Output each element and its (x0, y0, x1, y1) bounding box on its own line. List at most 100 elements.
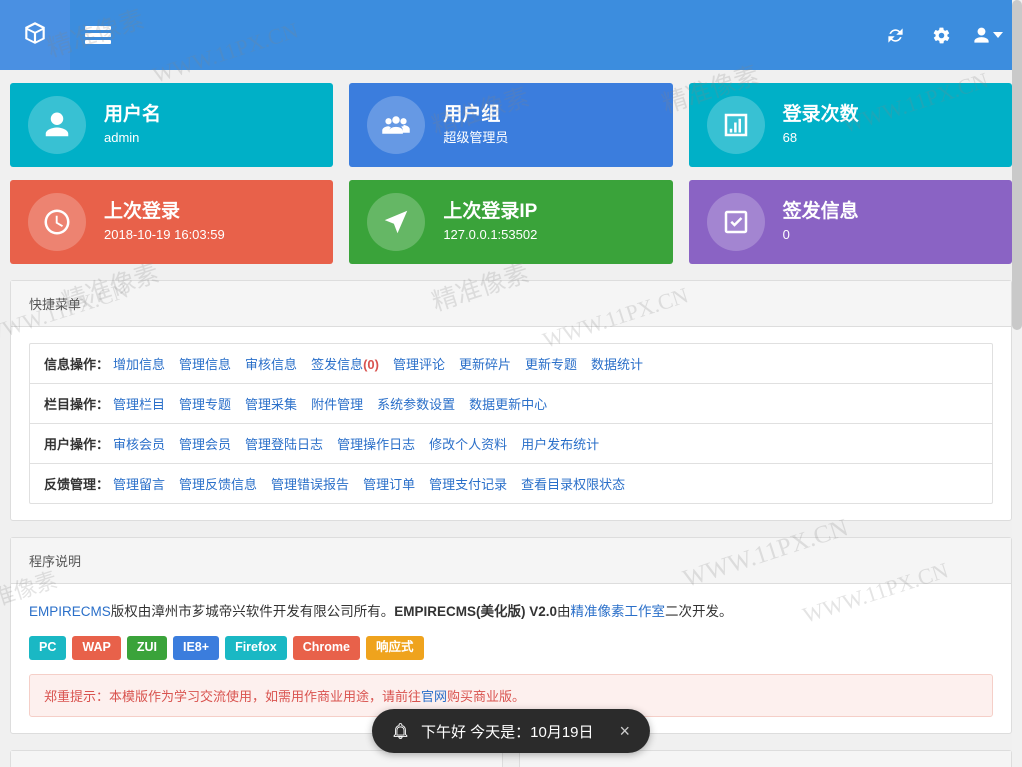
server-info-head: 服务器信息 更新 (520, 751, 1011, 767)
page-scrollbar[interactable] (1012, 0, 1022, 767)
desc-text-2: 由 (557, 604, 571, 619)
row-links: 管理留言 管理反馈信息 管理错误报告 管理订单 管理支付记录 查看目录权限状态 (113, 474, 639, 493)
official-site-link[interactable]: 官网 (421, 689, 447, 704)
issue-count: (0) (363, 357, 379, 372)
link-audit-info[interactable]: 审核信息 (245, 354, 297, 373)
stat-card-last-login-ip[interactable]: 上次登录IP 127.0.0.1:53502 (349, 180, 672, 264)
quick-menu-row-info: 信息操作： 增加信息 管理信息 审核信息 签发信息(0) 管理评论 更新碎片 更… (30, 344, 992, 384)
quick-menu-row-column: 栏目操作： 管理栏目 管理专题 管理采集 附件管理 系统参数设置 数据更新中心 (30, 384, 992, 424)
hamburger-icon[interactable] (70, 0, 126, 70)
stat-title: 用户名 (104, 102, 161, 128)
logo-box[interactable] (0, 0, 70, 70)
quick-menu-row-feedback: 反馈管理： 管理留言 管理反馈信息 管理错误报告 管理订单 管理支付记录 查看目… (30, 464, 992, 503)
quick-menu-panel: 快捷菜单 信息操作： 增加信息 管理信息 审核信息 签发信息(0) 管理评论 更… (10, 280, 1012, 521)
quick-menu-row-user: 用户操作： 审核会员 管理会员 管理登陆日志 管理操作日志 修改个人资料 用户发… (30, 424, 992, 464)
stat-card-last-login[interactable]: 上次登录 2018-10-19 16:03:59 (10, 180, 333, 264)
stat-card-login-count[interactable]: 登录次数 68 (689, 83, 1012, 167)
bar-chart-icon (707, 96, 765, 154)
quick-menu-body: 信息操作： 增加信息 管理信息 审核信息 签发信息(0) 管理评论 更新碎片 更… (11, 327, 1011, 520)
link-add-info[interactable]: 增加信息 (113, 354, 165, 373)
stat-value: 2018-10-19 16:03:59 (104, 225, 225, 245)
empirecms-link[interactable]: EMPIRECMS (29, 604, 111, 619)
scrollbar-thumb[interactable] (1012, 0, 1022, 330)
toast-notification: 下午好 今天是：10月19日 × (372, 709, 650, 753)
badge-pc: PC (29, 636, 66, 660)
user-icon (972, 26, 991, 45)
link-manage-operation-log[interactable]: 管理操作日志 (337, 434, 415, 453)
gear-icon[interactable] (924, 18, 958, 52)
badge-chrome: Chrome (293, 636, 360, 660)
desc-text-1: 版权由漳州市芗城帝兴软件开发有限公司所有。 (111, 604, 395, 619)
link-manage-topic[interactable]: 管理专题 (179, 394, 231, 413)
stat-cards-row-1: 用户名 admin 用户组 超级管理员 登录次数 68 (10, 83, 1012, 167)
link-manage-error-report[interactable]: 管理错误报告 (271, 474, 349, 493)
program-desc-panel: 程序说明 EMPIRECMS版权由漳州市芗城帝兴软件开发有限公司所有。EMPIR… (10, 537, 1012, 734)
stat-title: 签发信息 (783, 199, 859, 225)
stat-card-username[interactable]: 用户名 admin (10, 83, 333, 167)
stat-value: 68 (783, 128, 859, 148)
row-links: 审核会员 管理会员 管理登陆日志 管理操作日志 修改个人资料 用户发布统计 (113, 434, 613, 453)
stat-card-usergroup[interactable]: 用户组 超级管理员 (349, 83, 672, 167)
users-icon (367, 96, 425, 154)
link-manage-payment[interactable]: 管理支付记录 (429, 474, 507, 493)
hamburger-bar (85, 40, 111, 44)
stat-title: 用户组 (443, 102, 508, 128)
desc-version: EMPIRECMS(美化版) V2.0 (394, 604, 557, 619)
link-system-params[interactable]: 系统参数设置 (377, 394, 455, 413)
badge-zui: ZUI (127, 636, 167, 660)
toast-close-icon[interactable]: × (620, 722, 631, 740)
user-menu-button[interactable] (970, 18, 1004, 52)
hamburger-bar (85, 26, 111, 30)
row-links: 增加信息 管理信息 审核信息 签发信息(0) 管理评论 更新碎片 更新专题 数据… (113, 354, 657, 373)
row-label: 栏目操作： (44, 394, 109, 413)
link-user-publish-stats[interactable]: 用户发布统计 (521, 434, 599, 453)
row-label: 反馈管理： (44, 474, 109, 493)
link-manage-login-log[interactable]: 管理登陆日志 (245, 434, 323, 453)
chevron-down-icon (993, 32, 1003, 38)
link-data-stats[interactable]: 数据统计 (591, 354, 643, 373)
link-view-dir-permission[interactable]: 查看目录权限状态 (521, 474, 625, 493)
link-update-fragment[interactable]: 更新碎片 (459, 354, 511, 373)
site-info-head: 网站信息 (11, 751, 502, 767)
clock-icon (28, 193, 86, 251)
studio-link[interactable]: 精准像素工作室 (571, 604, 666, 619)
link-audit-member[interactable]: 审核会员 (113, 434, 165, 453)
stat-title: 登录次数 (783, 102, 859, 128)
row-label: 信息操作： (44, 354, 109, 373)
stat-cards-row-2: 上次登录 2018-10-19 16:03:59 上次登录IP 127.0.0.… (10, 180, 1012, 264)
row-label: 用户操作： (44, 434, 109, 453)
cube-icon (22, 20, 48, 51)
link-manage-info[interactable]: 管理信息 (179, 354, 231, 373)
desc-text-3: 二次开发。 (665, 604, 733, 619)
notice-text-2: 购买商业版。 (447, 689, 525, 704)
program-desc-title: 程序说明 (11, 538, 1011, 584)
link-manage-collect[interactable]: 管理采集 (245, 394, 297, 413)
link-data-update-center[interactable]: 数据更新中心 (469, 394, 547, 413)
link-attachment-manage[interactable]: 附件管理 (311, 394, 363, 413)
link-manage-message[interactable]: 管理留言 (113, 474, 165, 493)
program-desc-text: EMPIRECMS版权由漳州市芗城帝兴软件开发有限公司所有。EMPIRECMS(… (29, 600, 993, 624)
stat-card-issued-info[interactable]: 签发信息 0 (689, 180, 1012, 264)
link-manage-member[interactable]: 管理会员 (179, 434, 231, 453)
bell-icon (392, 723, 409, 740)
check-square-icon (707, 193, 765, 251)
quick-menu-table: 信息操作： 增加信息 管理信息 审核信息 签发信息(0) 管理评论 更新碎片 更… (29, 343, 993, 504)
link-manage-feedback[interactable]: 管理反馈信息 (179, 474, 257, 493)
compat-badges: PC WAP ZUI IE8+ Firefox Chrome 响应式 (29, 636, 993, 660)
link-manage-comments[interactable]: 管理评论 (393, 354, 445, 373)
refresh-icon[interactable] (878, 18, 912, 52)
toast-message: 下午好 今天是：10月19日 (421, 721, 594, 742)
link-manage-column[interactable]: 管理栏目 (113, 394, 165, 413)
link-issue-info[interactable]: 签发信息(0) (311, 354, 379, 373)
link-edit-profile[interactable]: 修改个人资料 (429, 434, 507, 453)
link-update-topic[interactable]: 更新专题 (525, 354, 577, 373)
stat-value: 超级管理员 (443, 128, 508, 148)
main-content: 用户名 admin 用户组 超级管理员 登录次数 68 (0, 83, 1022, 767)
location-arrow-icon (367, 193, 425, 251)
stat-title: 上次登录 (104, 199, 225, 225)
notice-text-1: 郑重提示：本模版作为学习交流使用，如需用作商业用途，请前往 (44, 689, 421, 704)
header-actions (878, 18, 1022, 52)
stat-title: 上次登录IP (443, 199, 537, 225)
link-manage-order[interactable]: 管理订单 (363, 474, 415, 493)
user-icon (28, 96, 86, 154)
